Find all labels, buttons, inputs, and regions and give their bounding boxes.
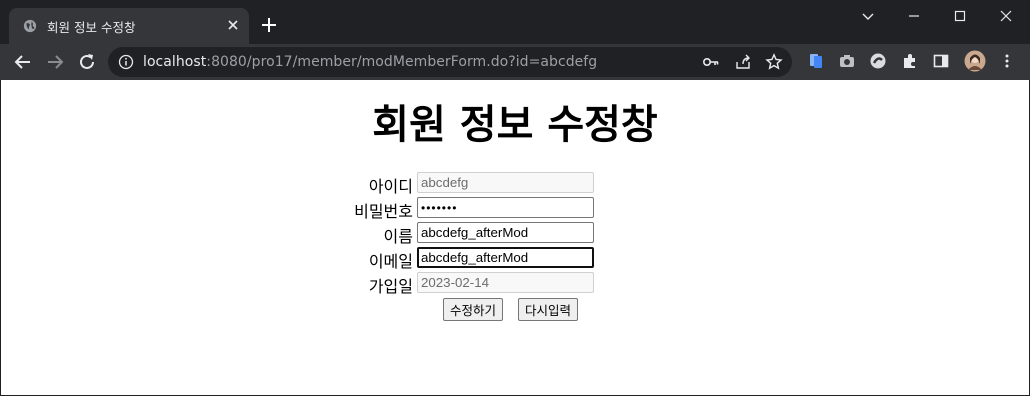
- minimize-icon[interactable]: [904, 6, 924, 26]
- camera-icon[interactable]: [838, 52, 856, 70]
- id-label: 아이디: [368, 177, 413, 196]
- form-row-email: 이메일: [1, 247, 1029, 271]
- name-field[interactable]: [417, 222, 594, 243]
- join-date-field[interactable]: [417, 272, 594, 293]
- bookmark-star-icon[interactable]: [765, 53, 783, 71]
- email-field[interactable]: [417, 247, 594, 268]
- form-row-name: 이름: [1, 222, 1029, 246]
- new-tab-icon[interactable]: [260, 16, 278, 34]
- url-text: localhost:8080/pro17/member/modMemberFor…: [143, 54, 597, 70]
- form-row-joindate: 가입일: [1, 272, 1029, 296]
- url-path: :8080/pro17/member/modMemberForm.do?id=a…: [206, 54, 598, 70]
- forward-icon[interactable]: [44, 51, 66, 73]
- close-tab-icon[interactable]: [225, 17, 241, 33]
- url-host: localhost: [143, 54, 207, 70]
- form-row-password: 비밀번호: [1, 197, 1029, 221]
- address-bar[interactable]: localhost:8080/pro17/member/modMemberFor…: [108, 47, 792, 77]
- reset-button[interactable]: 다시입력: [518, 298, 579, 321]
- share-icon[interactable]: [734, 53, 752, 71]
- id-field[interactable]: [417, 172, 594, 193]
- extension-circle-icon[interactable]: [869, 52, 887, 70]
- password-field[interactable]: [417, 197, 594, 218]
- name-label: 이름: [383, 227, 413, 246]
- maximize-icon[interactable]: [950, 6, 970, 26]
- password-label: 비밀번호: [354, 202, 413, 221]
- submit-button[interactable]: 수정하기: [443, 298, 504, 321]
- extension-docs-icon[interactable]: [807, 52, 825, 70]
- back-icon[interactable]: [12, 51, 34, 73]
- form-row-id: 아이디: [1, 172, 1029, 196]
- join-date-label: 가입일: [368, 277, 413, 296]
- extensions-puzzle-icon[interactable]: [901, 52, 919, 70]
- close-window-icon[interactable]: [996, 6, 1016, 26]
- tab-search-icon[interactable]: [858, 6, 878, 26]
- page-title: 회원 정보 수정창: [372, 102, 658, 148]
- page-content: 회원 정보 수정창 아이디 비밀번호 이름 이메일 가입일 수정하기 다시입력: [1, 80, 1029, 395]
- title-bar: 회원 정보 수정창: [0, 0, 1030, 44]
- globe-icon: [23, 19, 37, 33]
- tab-title: 회원 정보 수정창: [47, 20, 136, 35]
- info-icon[interactable]: [118, 54, 134, 70]
- avatar[interactable]: [964, 50, 986, 72]
- email-label: 이메일: [368, 252, 413, 271]
- key-icon[interactable]: [702, 53, 720, 71]
- side-panel-icon[interactable]: [932, 52, 950, 70]
- reload-icon[interactable]: [76, 51, 98, 73]
- browser-tab[interactable]: 회원 정보 수정창: [9, 8, 249, 44]
- menu-kebab-icon[interactable]: [998, 52, 1016, 70]
